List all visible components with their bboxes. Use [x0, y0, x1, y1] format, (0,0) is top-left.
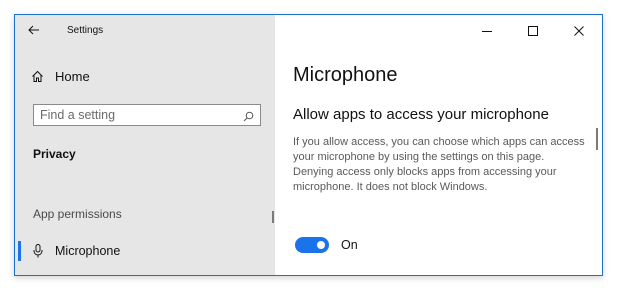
window-controls [464, 15, 602, 47]
close-button[interactable] [556, 15, 602, 47]
search-icon[interactable] [243, 109, 254, 122]
home-icon [31, 70, 44, 83]
microphone-icon [33, 244, 43, 258]
sidebar-item-label: Home [55, 69, 90, 84]
sidebar-item-label: Microphone [55, 244, 121, 258]
sidebar: Settings Home Privacy App permissions Mi… [15, 15, 275, 275]
maximize-icon [528, 26, 538, 36]
sidebar-item-home[interactable]: Home [27, 67, 263, 89]
maximize-button[interactable] [510, 15, 556, 47]
search-box[interactable] [33, 104, 261, 126]
back-arrow-icon[interactable] [27, 23, 41, 37]
selection-indicator [18, 241, 21, 261]
settings-window: Settings Home Privacy App permissions Mi… [14, 14, 603, 276]
sidebar-item-microphone[interactable]: Microphone [15, 241, 275, 263]
section-heading-privacy: Privacy [33, 147, 76, 161]
section-heading: Allow apps to access your microphone [293, 106, 549, 123]
close-icon [574, 26, 584, 36]
section-heading-app-permissions: App permissions [33, 207, 122, 221]
main-content: Microphone Allow apps to access your mic… [275, 15, 602, 275]
toggle-knob [317, 241, 325, 249]
microphone-access-toggle[interactable] [295, 237, 329, 253]
description-text: If you allow access, you can choose whic… [293, 136, 585, 193]
minimize-icon [482, 31, 492, 32]
toggle-state-label: On [341, 238, 358, 252]
minimize-button[interactable] [464, 15, 510, 47]
titlebar-left: Settings [15, 15, 275, 47]
content-scrollbar[interactable] [596, 128, 598, 150]
window-title: Settings [67, 25, 104, 36]
search-input[interactable] [40, 107, 230, 123]
sidebar-scrollbar[interactable] [272, 211, 274, 223]
page-title: Microphone [293, 64, 398, 86]
